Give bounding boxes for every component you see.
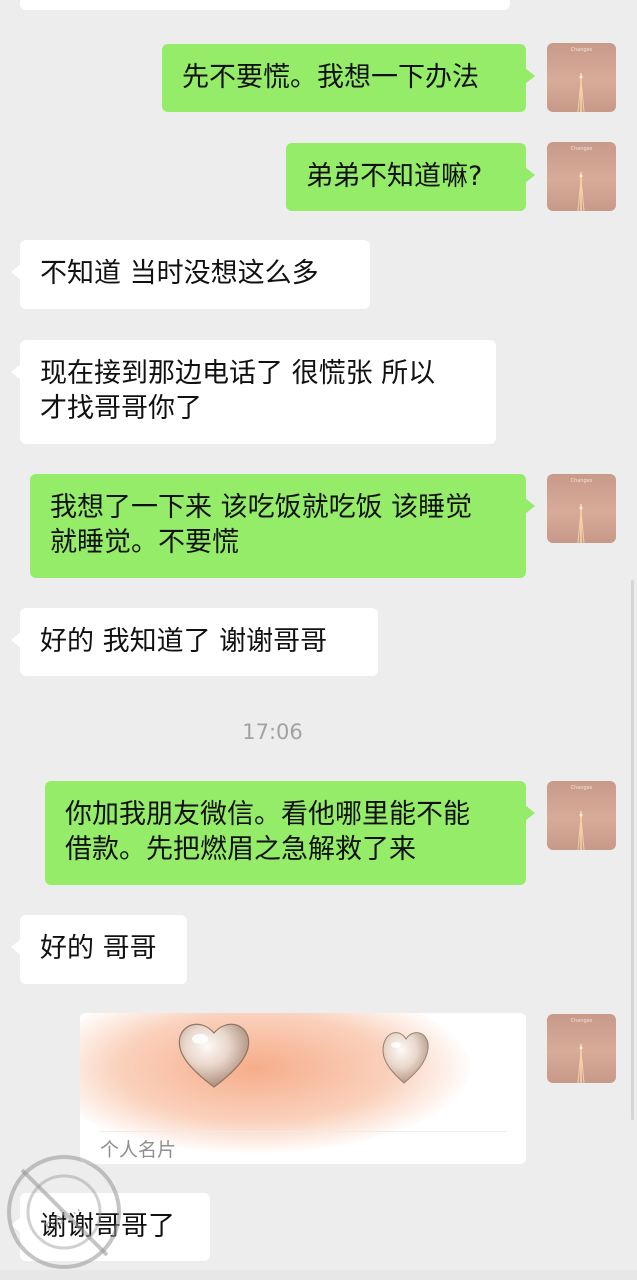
chat-timestamp: 17:06	[242, 720, 303, 744]
runway-photo-icon	[577, 73, 585, 112]
runway-photo-icon	[577, 172, 585, 211]
message-incoming[interactable]: 好的 我知道了 谢谢哥哥	[11, 608, 378, 676]
runway-photo-icon	[577, 1044, 585, 1083]
message-incoming[interactable]: 谢谢哥哥了	[11, 1193, 210, 1261]
avatar[interactable]: Changes	[547, 43, 616, 112]
message-outgoing[interactable]: 弟弟不知道嘛?	[286, 143, 535, 211]
avatar[interactable]: Changes	[547, 474, 616, 543]
avatar[interactable]: Changes	[547, 1014, 616, 1083]
message-incoming[interactable]: 现在接到那边电话了 很慌张 所以 才找哥哥你了	[11, 340, 496, 444]
scrollbar[interactable]	[631, 580, 634, 1120]
heart-icon	[178, 1023, 250, 1088]
avatar[interactable]: Changes	[547, 142, 616, 211]
runway-photo-icon	[577, 504, 585, 543]
message-incoming[interactable]: 不知道 当时没想这么多	[11, 240, 370, 309]
card-divider	[100, 1131, 506, 1132]
message-bubble-partial	[20, 0, 510, 10]
contact-card-label: 个人名片	[100, 1139, 177, 1161]
avatar[interactable]: Changes	[547, 781, 616, 850]
contact-card[interactable]: 个人名片	[80, 1013, 526, 1164]
message-outgoing[interactable]: 先不要慌。我想一下办法	[162, 44, 535, 112]
message-outgoing[interactable]: 你加我朋友微信。看他哪里能不能 借款。先把燃眉之急解救了来	[45, 781, 535, 885]
bottom-edge	[0, 1270, 637, 1280]
message-outgoing[interactable]: 我想了一下来 该吃饭就吃饭 该睡觉 就睡觉。不要慌	[30, 474, 535, 578]
message-incoming[interactable]: 好的 哥哥	[11, 915, 187, 984]
runway-photo-icon	[577, 811, 585, 850]
heart-icon	[382, 1032, 429, 1084]
